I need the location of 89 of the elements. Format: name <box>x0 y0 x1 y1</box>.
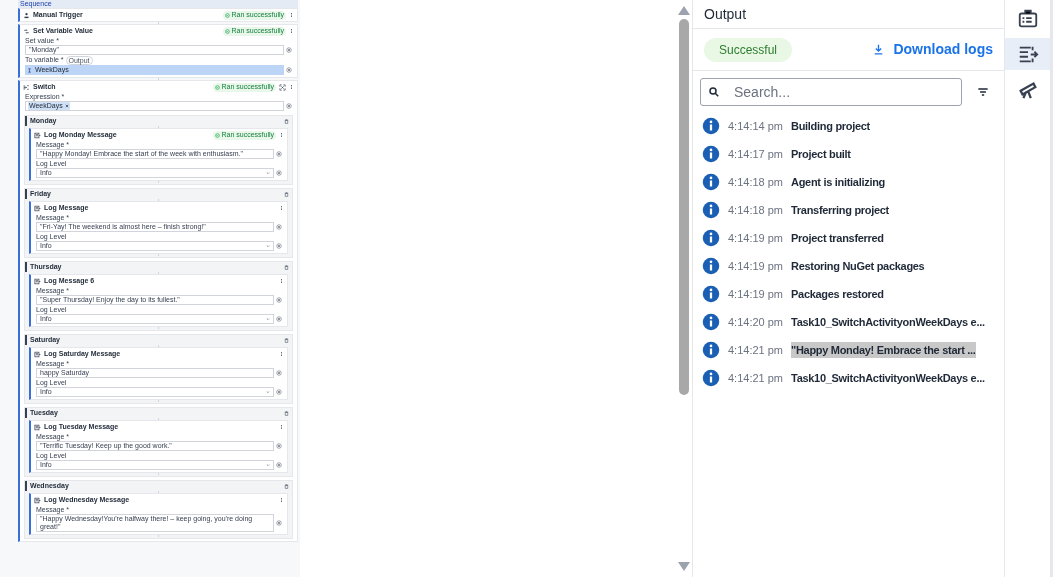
more-icon <box>279 497 284 503</box>
log-time: 4:14:21 pm <box>728 342 784 358</box>
trash-icon <box>284 118 289 124</box>
settings-icon <box>276 462 282 468</box>
log-message[interactable]: Building project <box>791 117 870 135</box>
trash-icon <box>284 191 289 197</box>
log-time: 4:14:21 pm <box>728 370 784 386</box>
filter-icon <box>976 85 990 99</box>
search-icon <box>708 86 720 98</box>
settings-icon <box>276 224 282 230</box>
activity-icon <box>34 131 41 139</box>
settings-icon <box>276 243 282 249</box>
log-time: 4:14:14 pm <box>728 118 784 134</box>
more-icon <box>279 205 284 211</box>
more-icon <box>279 278 284 284</box>
log-time: 4:14:17 pm <box>728 146 784 162</box>
settings-icon <box>276 389 282 395</box>
chevron-down-icon <box>266 171 270 175</box>
log-time: 4:14:19 pm <box>728 286 784 302</box>
activity-icon <box>23 11 30 19</box>
trash-icon <box>284 264 289 270</box>
log-time: 4:14:18 pm <box>728 202 784 218</box>
log-time: 4:14:19 pm <box>728 230 784 246</box>
chevron-down-icon <box>266 463 270 467</box>
activity-icon <box>34 350 41 358</box>
log-message[interactable]: Agent is initializing <box>791 173 885 191</box>
info-icon <box>702 341 720 359</box>
more-icon <box>279 424 284 430</box>
settings-icon <box>276 520 282 526</box>
settings-icon <box>276 170 282 176</box>
trash-icon <box>284 337 289 343</box>
chevron-down-icon <box>266 244 270 248</box>
more-icon <box>279 351 284 357</box>
log-message[interactable]: Packages restored <box>791 285 884 303</box>
more-icon <box>279 132 284 138</box>
search-input[interactable]: Search... <box>734 81 954 103</box>
settings-icon <box>276 316 282 322</box>
more-icon <box>289 84 294 90</box>
log-message[interactable]: Task10_SwitchActivityonWeekDays e... <box>791 313 985 331</box>
check-icon <box>225 12 231 18</box>
info-icon <box>702 313 720 331</box>
activity-icon <box>23 83 30 91</box>
info-icon <box>702 173 720 191</box>
settings-icon <box>276 151 282 157</box>
chevron-down-icon <box>266 390 270 394</box>
activity-icon <box>34 277 41 285</box>
briefcase-icon <box>1016 8 1039 30</box>
status-badge: Successful <box>704 37 793 62</box>
settings-icon <box>286 47 292 53</box>
check-icon <box>225 28 231 34</box>
log-message[interactable]: Project built <box>791 145 851 163</box>
log-time: 4:14:19 pm <box>728 258 784 274</box>
settings-icon <box>276 443 282 449</box>
scrollbar-thumb[interactable] <box>679 19 689 395</box>
expand-icon <box>279 83 286 91</box>
trash-icon <box>284 483 289 489</box>
check-icon <box>215 84 221 90</box>
settings-icon <box>276 370 282 376</box>
activity-icon <box>23 27 30 35</box>
info-icon <box>702 145 720 163</box>
trash-icon <box>284 410 289 416</box>
log-message[interactable]: Restoring NuGet packages <box>791 257 925 275</box>
info-icon <box>702 201 720 219</box>
settings-icon <box>286 103 292 109</box>
check-icon <box>215 132 221 138</box>
log-message[interactable]: Transferring project <box>791 201 889 219</box>
search-field[interactable]: Search... <box>700 78 962 106</box>
log-message[interactable]: "Happy Monday! Embrace the start ... <box>791 341 976 359</box>
more-icon <box>289 28 294 34</box>
more-icon <box>289 12 294 18</box>
log-message[interactable]: Project transferred <box>791 229 884 247</box>
panel-title: Output <box>704 4 747 24</box>
info-icon <box>702 369 720 387</box>
settings-icon <box>286 67 292 73</box>
info-icon <box>702 229 720 247</box>
activity-icon <box>34 496 41 504</box>
settings-icon <box>276 297 282 303</box>
info-icon <box>702 285 720 303</box>
log-time: 4:14:20 pm <box>728 314 784 330</box>
log-time: 4:14:18 pm <box>728 174 784 190</box>
panel-tab[interactable] <box>1005 38 1050 70</box>
info-icon <box>702 257 720 275</box>
variable-icon <box>27 67 32 73</box>
download-logs-button[interactable]: Download logs <box>872 39 993 60</box>
chevron-down-icon <box>266 317 270 321</box>
activity-icon <box>34 204 41 212</box>
activity-icon <box>34 423 41 431</box>
info-icon <box>702 117 720 135</box>
log-message[interactable]: Task10_SwitchActivityonWeekDays e... <box>791 369 985 387</box>
